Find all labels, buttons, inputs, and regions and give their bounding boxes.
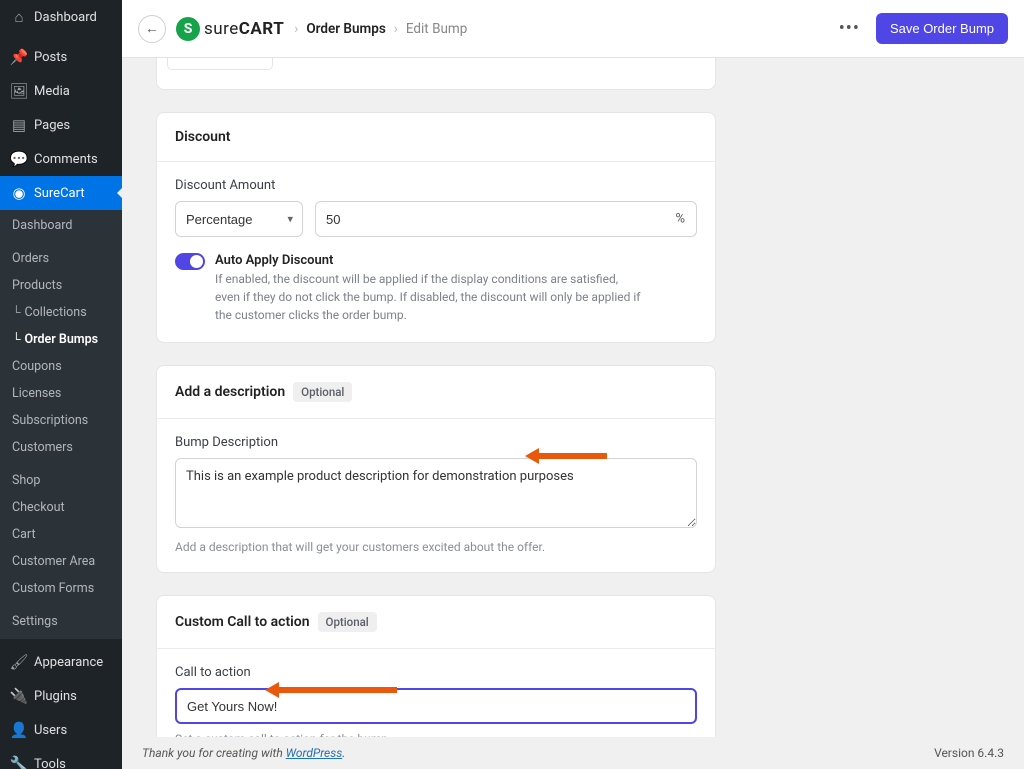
bump-description-label: Bump Description (175, 435, 697, 450)
discount-title: Discount (175, 129, 231, 145)
sidebar-item-pages[interactable]: ▤ Pages (0, 108, 122, 142)
sidebar-item-label: SureCart (34, 186, 85, 201)
sidebar-item-label: Tools (34, 757, 66, 769)
description-card: Add a description Optional Bump Descript… (156, 365, 716, 573)
chevron-right-icon: › (294, 21, 298, 37)
sidebar-item-tools[interactable]: 🔧 Tools (0, 747, 122, 769)
sidebar-item-dashboard[interactable]: ⌂ Dashboard (0, 0, 122, 34)
wordpress-link[interactable]: WordPress (286, 746, 343, 760)
bump-description-hint: Add a description that will get your cus… (175, 540, 697, 554)
sidebar-item-appearance[interactable]: 🖌 Appearance (0, 645, 122, 679)
sidebar-sub-settings[interactable]: Settings (0, 608, 122, 635)
optional-badge: Optional (318, 612, 377, 632)
admin-footer: Thank you for creating with WordPress. V… (122, 737, 1024, 769)
sidebar-sub-orders[interactable]: Orders (0, 245, 122, 272)
save-order-bump-button[interactable]: Save Order Bump (876, 13, 1008, 44)
surecart-icon: ◉ (10, 184, 28, 202)
sidebar-item-label: Appearance (34, 655, 103, 670)
sidebar-item-users[interactable]: 👤 Users (0, 713, 122, 747)
sidebar-sub-coupons[interactable]: Coupons (0, 353, 122, 380)
users-icon: 👤 (10, 721, 28, 739)
auto-apply-toggle[interactable] (175, 253, 205, 270)
sidebar-item-label: Plugins (34, 689, 77, 704)
discount-card: Discount Discount Amount Percentage % (156, 112, 716, 343)
sidebar-sub-subscriptions[interactable]: Subscriptions (0, 407, 122, 434)
topbar: ← S sureCART › Order Bumps › Edit Bump •… (122, 0, 1024, 58)
brush-icon: 🖌 (10, 653, 28, 671)
sidebar-item-label: Comments (34, 152, 98, 167)
sidebar-sub-checkout[interactable]: Checkout (0, 494, 122, 521)
optional-badge: Optional (293, 382, 352, 402)
comments-icon: 💬 (10, 150, 28, 168)
plugin-icon: 🔌 (10, 687, 28, 705)
sidebar-sub-customer-area[interactable]: Customer Area (0, 548, 122, 575)
sidebar-item-posts[interactable]: 📌 Posts (0, 40, 122, 74)
breadcrumb-order-bumps[interactable]: Order Bumps (306, 21, 385, 37)
sidebar-item-label: Media (34, 84, 70, 99)
sidebar-item-label: Pages (34, 118, 70, 133)
surecart-logo-text: sureCART (204, 19, 284, 39)
dashboard-icon: ⌂ (10, 8, 28, 26)
previous-card-stub (156, 58, 716, 90)
auto-apply-label: Auto Apply Discount (215, 253, 645, 268)
cta-input[interactable] (175, 688, 697, 724)
bump-description-textarea[interactable] (175, 458, 697, 528)
tools-icon: 🔧 (10, 755, 28, 769)
sidebar-item-label: Users (34, 723, 67, 738)
sidebar-sub-licenses[interactable]: Licenses (0, 380, 122, 407)
breadcrumb-edit-bump: Edit Bump (406, 21, 467, 37)
discount-value-input[interactable] (315, 201, 697, 237)
sidebar-item-plugins[interactable]: 🔌 Plugins (0, 679, 122, 713)
sidebar-item-comments[interactable]: 💬 Comments (0, 142, 122, 176)
surecart-logo: S sureCART (176, 17, 284, 41)
sidebar-sub-shop[interactable]: Shop (0, 467, 122, 494)
sidebar-subgroup-surecart: Dashboard Orders Products └Collections └… (0, 210, 122, 639)
sidebar-item-media[interactable]: 🖼 Media (0, 74, 122, 108)
sidebar-sub-custom-forms[interactable]: Custom Forms (0, 575, 122, 602)
main-content: Discount Discount Amount Percentage % (122, 58, 1024, 769)
sidebar-item-label: Dashboard (34, 10, 97, 25)
description-title: Add a description (175, 384, 285, 400)
chevron-right-icon: › (394, 21, 398, 37)
sidebar-sub-dashboard[interactable]: Dashboard (0, 212, 122, 239)
discount-type-select[interactable]: Percentage (175, 201, 303, 237)
breadcrumb: › Order Bumps › Edit Bump (294, 21, 467, 37)
sidebar-sub-products[interactable]: Products (0, 272, 122, 299)
auto-apply-description: If enabled, the discount will be applied… (215, 270, 645, 324)
surecart-logo-icon: S (176, 17, 200, 41)
sidebar-sub-cart[interactable]: Cart (0, 521, 122, 548)
footer-thanks: Thank you for creating with WordPress. (142, 746, 345, 760)
back-button[interactable]: ← (138, 15, 166, 43)
sidebar-item-label: Posts (34, 50, 67, 65)
cta-label: Call to action (175, 665, 697, 680)
sidebar-item-surecart[interactable]: ◉ SureCart (0, 176, 122, 210)
pages-icon: ▤ (10, 116, 28, 134)
admin-sidebar: ⌂ Dashboard 📌 Posts 🖼 Media ▤ Pages 💬 Comment… (0, 0, 122, 769)
sidebar-sub-order-bumps[interactable]: └Order Bumps (0, 326, 122, 353)
sidebar-sub-customers[interactable]: Customers (0, 434, 122, 461)
discount-unit: % (675, 212, 685, 227)
pin-icon: 📌 (10, 48, 28, 66)
cta-title: Custom Call to action (175, 614, 310, 630)
more-menu-button[interactable]: ••• (833, 14, 866, 43)
footer-version: Version 6.4.3 (934, 746, 1004, 760)
media-icon: 🖼 (10, 82, 28, 100)
discount-amount-label: Discount Amount (175, 178, 697, 193)
sidebar-sub-collections[interactable]: └Collections (0, 299, 122, 326)
